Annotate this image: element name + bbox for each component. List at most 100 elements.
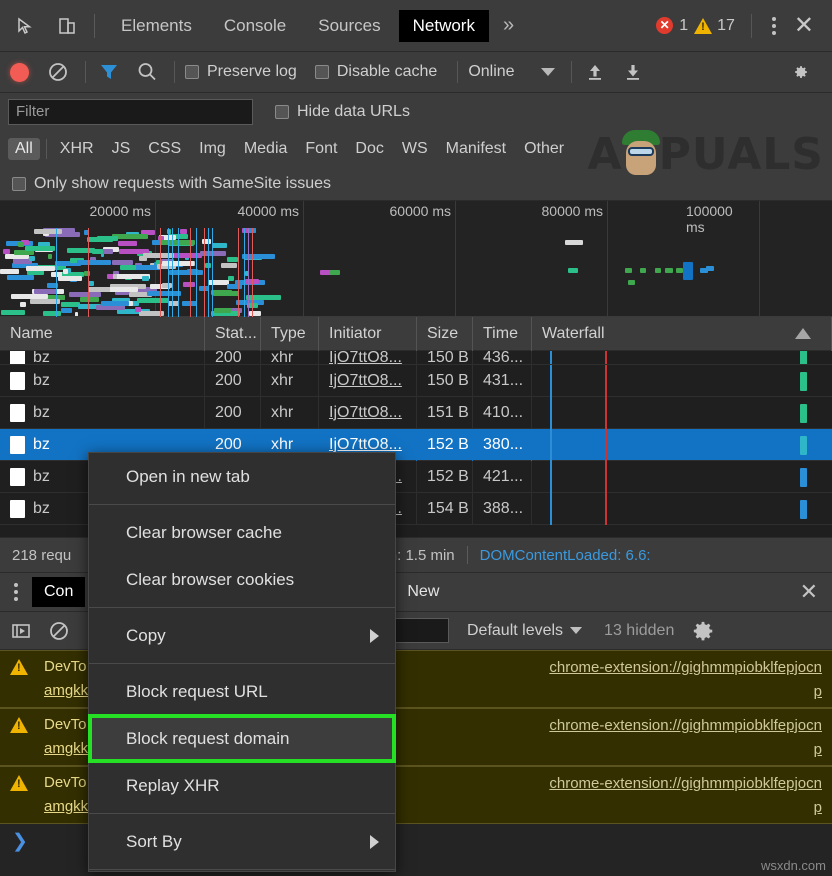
cell-type: xhr xyxy=(261,351,319,365)
context-menu-item[interactable]: Block request domain xyxy=(89,715,395,762)
console-levels-select[interactable]: Default levels xyxy=(467,622,582,640)
clear-icon[interactable] xyxy=(45,59,71,85)
type-filter-xhr[interactable]: XHR xyxy=(53,138,101,160)
console-warning-url[interactable]: chrome-extension://gighmmpiobklfepjocnp xyxy=(549,772,822,820)
type-filter-ws[interactable]: WS xyxy=(395,138,435,160)
import-har-icon[interactable] xyxy=(582,59,608,85)
overview-bar xyxy=(61,308,72,313)
column-header-name[interactable]: Name xyxy=(0,317,205,351)
close-devtools-button[interactable]: ✕ xyxy=(786,14,822,38)
overview-bar xyxy=(18,242,24,247)
more-tabs-icon[interactable]: » xyxy=(491,12,526,39)
console-warning-url[interactable]: chrome-extension://gighmmpiobklfepjocnp xyxy=(549,656,822,704)
column-header-initiator[interactable]: Initiator xyxy=(319,317,417,351)
network-settings-gear-icon[interactable] xyxy=(794,59,820,85)
context-menu-item[interactable]: Copy xyxy=(89,612,395,659)
execution-context-icon[interactable] xyxy=(8,618,34,644)
type-filter-media[interactable]: Media xyxy=(237,138,295,160)
overview-bar xyxy=(212,243,227,248)
disable-cache-box xyxy=(315,65,329,79)
type-filter-doc[interactable]: Doc xyxy=(348,138,390,160)
tab-sources[interactable]: Sources xyxy=(304,10,394,42)
cell-waterfall xyxy=(532,351,832,365)
type-filter-font[interactable]: Font xyxy=(298,138,344,160)
cell-size: 152 B xyxy=(417,429,473,461)
hide-data-urls-box xyxy=(275,105,289,119)
context-menu-item[interactable]: Block request URL xyxy=(89,668,395,715)
preserve-log-checkbox[interactable]: Preserve log xyxy=(185,63,297,81)
error-badge[interactable]: ✕ 1 xyxy=(656,17,688,35)
warning-icon xyxy=(694,18,712,34)
throttling-select-label[interactable]: Online xyxy=(468,63,514,81)
export-har-icon[interactable] xyxy=(620,59,646,85)
samesite-checkbox[interactable] xyxy=(12,177,26,191)
clear-console-icon[interactable] xyxy=(46,618,72,644)
overview-bar xyxy=(84,271,90,276)
overview-bar xyxy=(0,269,19,274)
console-warning-url[interactable]: chrome-extension://gighmmpiobklfepjocnp xyxy=(549,714,822,762)
type-filter-css[interactable]: CSS xyxy=(141,138,188,160)
column-header-time[interactable]: Time xyxy=(473,317,532,351)
overview-bar xyxy=(80,297,99,302)
column-header-waterfall[interactable]: Waterfall xyxy=(532,317,832,351)
tab-network[interactable]: Network xyxy=(399,10,489,42)
overview-bar xyxy=(568,268,578,273)
overview-bar xyxy=(77,260,111,265)
context-menu-item-label: Block request domain xyxy=(126,729,289,749)
request-filter-input[interactable]: Filter xyxy=(8,99,253,125)
type-filter-other[interactable]: Other xyxy=(517,138,571,160)
column-header-size[interactable]: Size xyxy=(417,317,473,351)
context-menu-item[interactable]: Clear browser cache xyxy=(89,509,395,556)
table-row[interactable]: bz200xhrIjO7ttO8...150 B431... xyxy=(0,365,832,397)
context-menu-separator xyxy=(89,607,395,608)
type-filter-img[interactable]: Img xyxy=(192,138,233,160)
overview-bar xyxy=(26,266,55,271)
drawer-more-icon[interactable] xyxy=(0,583,32,601)
overview-bar xyxy=(25,246,55,251)
overview-bar xyxy=(330,270,340,275)
column-header-type[interactable]: Type xyxy=(261,317,319,351)
search-icon[interactable] xyxy=(134,59,160,85)
console-settings-gear-icon[interactable] xyxy=(690,618,716,644)
context-menu-item[interactable]: Open in new tab xyxy=(89,453,395,500)
drawer-close-button[interactable]: ✕ xyxy=(800,579,832,605)
drawer-tab-whats-new[interactable]: New xyxy=(395,577,451,607)
type-filter-all[interactable]: All xyxy=(8,138,40,160)
overview-bar xyxy=(118,241,137,246)
table-row[interactable]: bz200xhrIjO7ttO8...150 B436... xyxy=(0,351,832,365)
type-filter-js[interactable]: JS xyxy=(105,138,138,160)
network-overview[interactable]: 20000 ms 40000 ms 60000 ms 80000 ms 1000… xyxy=(0,201,832,317)
overview-bar xyxy=(92,249,103,254)
device-toolbar-icon[interactable] xyxy=(50,9,84,43)
overview-bar xyxy=(242,254,275,259)
drawer-tab-console[interactable]: Con xyxy=(32,577,85,607)
context-menu-item[interactable]: Sort By xyxy=(89,818,395,865)
tab-console[interactable]: Console xyxy=(210,10,300,42)
preserve-log-label: Preserve log xyxy=(207,63,297,81)
console-warning-source: DevTo xyxy=(44,774,87,791)
request-context-menu[interactable]: Open in new tab Clear browser cacheClear … xyxy=(88,452,396,872)
chevron-down-icon[interactable] xyxy=(541,68,555,76)
overview-bar xyxy=(625,268,632,273)
overview-bar xyxy=(20,302,26,307)
context-menu-item[interactable]: Replay XHR xyxy=(89,762,395,809)
overview-bar xyxy=(143,253,174,258)
overview-bar xyxy=(34,229,62,234)
record-icon[interactable] xyxy=(10,63,29,82)
context-menu-item[interactable]: Clear browser cookies xyxy=(89,556,395,603)
disable-cache-checkbox[interactable]: Disable cache xyxy=(315,63,438,81)
table-row[interactable]: bz200xhrIjO7ttO8...151 B410... xyxy=(0,397,832,429)
overview-ruler: 20000 ms 40000 ms 60000 ms 80000 ms 1000… xyxy=(0,201,832,227)
filter-icon[interactable] xyxy=(96,59,122,85)
customize-devtools-icon[interactable] xyxy=(762,17,786,35)
overview-bar xyxy=(213,291,239,296)
cell-time: 421... xyxy=(473,461,532,493)
tab-elements[interactable]: Elements xyxy=(107,10,206,42)
column-header-status[interactable]: Stat... xyxy=(205,317,261,351)
inspect-element-icon[interactable] xyxy=(8,9,42,43)
warning-badge[interactable]: 17 xyxy=(694,17,735,35)
cell-time: 410... xyxy=(473,397,532,429)
type-filter-manifest[interactable]: Manifest xyxy=(439,138,513,160)
overview-tick: 60000 ms xyxy=(390,203,455,219)
hide-data-urls-checkbox[interactable]: Hide data URLs xyxy=(275,103,410,121)
